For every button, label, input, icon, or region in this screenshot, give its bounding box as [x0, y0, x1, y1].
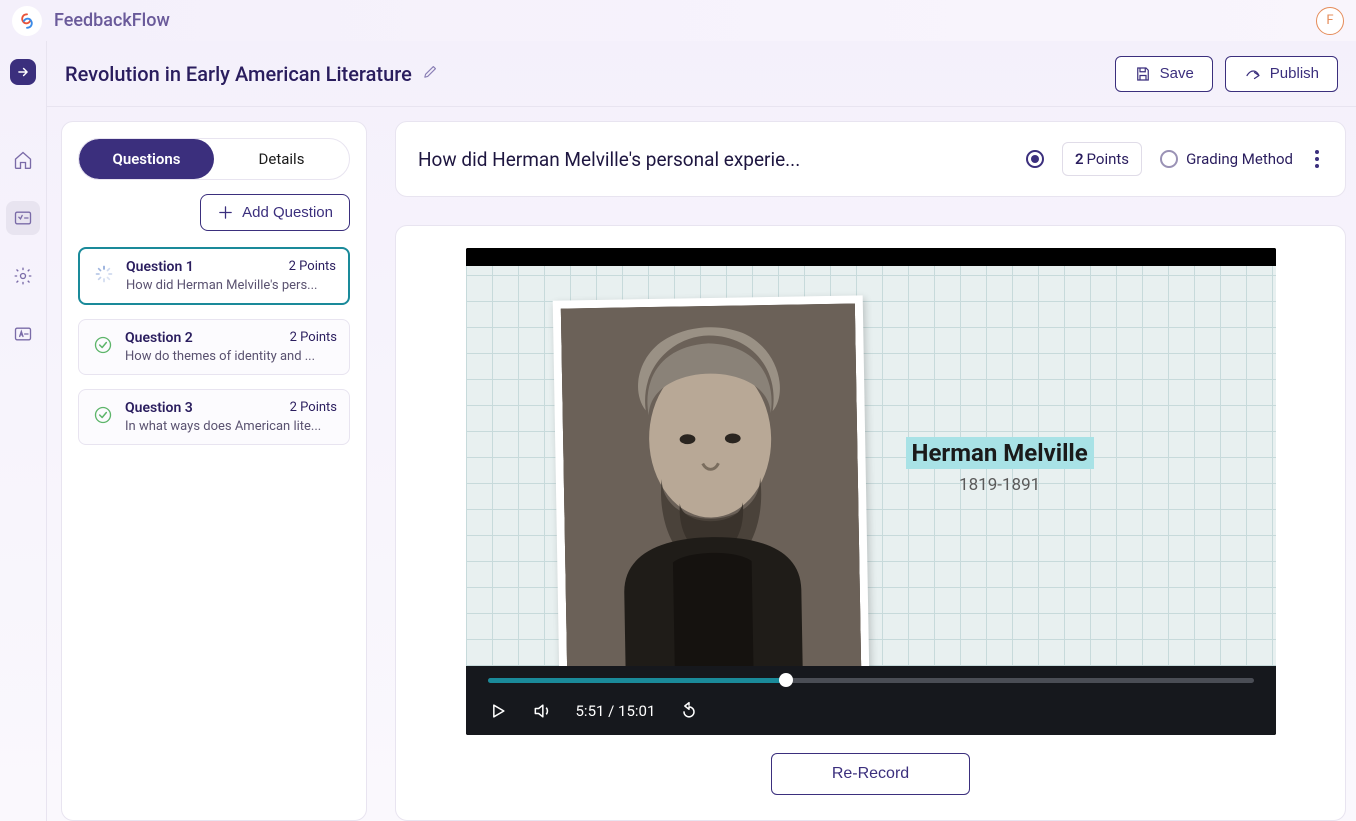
nav-grades[interactable]: [6, 317, 40, 351]
save-icon: [1134, 65, 1152, 83]
video-player: Herman Melville 1819-1891: [466, 248, 1276, 735]
question-points: 2 Points: [290, 330, 337, 346]
video-subject-name: Herman Melville: [906, 437, 1094, 469]
video-caption: Herman Melville 1819-1891: [906, 437, 1094, 495]
question-card[interactable]: Question 2 2 Points How do themes of ide…: [78, 319, 350, 375]
grade-icon: [13, 324, 33, 344]
video-stage: Herman Melville 1819-1891: [466, 266, 1276, 666]
question-header-card: How did Herman Melville's personal exper…: [395, 121, 1346, 197]
add-question-button[interactable]: Add Question: [200, 194, 350, 231]
re-record-button[interactable]: Re-Record: [771, 753, 970, 795]
portrait-image: [552, 295, 869, 680]
collapse-rail-button[interactable]: [10, 59, 36, 85]
top-header: FeedbackFlow F: [0, 0, 1356, 41]
tab-questions[interactable]: Questions: [79, 139, 214, 179]
pencil-icon: [422, 63, 439, 80]
question-title: Question 3: [125, 400, 193, 416]
current-question-text: How did Herman Melville's personal exper…: [418, 148, 1008, 171]
question-title: Question 1: [126, 259, 194, 275]
title-bar: Revolution in Early American Literature …: [47, 41, 1356, 107]
gear-icon: [13, 266, 33, 286]
publish-button-label: Publish: [1270, 65, 1319, 82]
app-logo[interactable]: [12, 6, 42, 36]
plus-icon: [217, 204, 234, 221]
question-preview: How do themes of identity and ...: [125, 349, 337, 364]
main-column: How did Herman Melville's personal exper…: [395, 121, 1346, 821]
volume-icon: [532, 701, 552, 721]
question-menu-button[interactable]: [1311, 146, 1323, 172]
video-card: Herman Melville 1819-1891: [395, 225, 1346, 821]
question-card[interactable]: Question 3 2 Points In what ways does Am…: [78, 389, 350, 445]
arrow-right-icon: [16, 65, 30, 79]
logo-swirl-icon: [18, 12, 36, 30]
assignment-icon: [13, 208, 33, 228]
video-controls: 5:51 / 15:01: [466, 666, 1276, 735]
add-question-label: Add Question: [242, 204, 333, 221]
check-icon: [91, 333, 115, 357]
save-button-label: Save: [1160, 65, 1194, 82]
play-button[interactable]: [488, 701, 508, 721]
question-preview: In what ways does American lite...: [125, 419, 337, 434]
video-progress-track[interactable]: [488, 678, 1254, 683]
panel-tabs: Questions Details: [78, 138, 350, 180]
question-title: Question 2: [125, 330, 193, 346]
question-preview: How did Herman Melville's pers...: [126, 278, 336, 293]
content-area: Questions Details Add Question: [47, 107, 1356, 821]
nav-assignments[interactable]: [6, 201, 40, 235]
points-value: 2: [1075, 150, 1084, 168]
save-button[interactable]: Save: [1115, 56, 1213, 92]
video-progress-thumb[interactable]: [779, 673, 793, 687]
edit-title-button[interactable]: [422, 63, 439, 84]
video-subject-years: 1819-1891: [906, 475, 1094, 495]
replay-icon: [679, 701, 699, 721]
app-name: FeedbackFlow: [54, 10, 170, 31]
loading-icon: [92, 262, 116, 286]
grading-method-option[interactable]: Grading Method: [1160, 150, 1293, 168]
page-title: Revolution in Early American Literature: [65, 62, 412, 86]
points-badge[interactable]: 2Points: [1062, 142, 1142, 176]
volume-button[interactable]: [532, 701, 552, 721]
question-points: 2 Points: [290, 400, 337, 416]
check-icon: [91, 403, 115, 427]
user-avatar[interactable]: F: [1316, 7, 1344, 35]
publish-icon: [1244, 65, 1262, 83]
left-nav-rail: [0, 41, 47, 821]
points-radio[interactable]: [1026, 150, 1044, 168]
points-unit: Points: [1087, 150, 1130, 168]
video-time: 5:51 / 15:01: [576, 702, 656, 720]
nav-settings[interactable]: [6, 259, 40, 293]
replay-button[interactable]: [679, 701, 699, 721]
questions-panel: Questions Details Add Question: [61, 121, 367, 821]
tab-details[interactable]: Details: [214, 139, 349, 179]
publish-button[interactable]: Publish: [1225, 56, 1338, 92]
question-points: 2 Points: [289, 259, 336, 275]
play-icon: [488, 701, 508, 721]
nav-home[interactable]: [6, 143, 40, 177]
grading-method-label: Grading Method: [1186, 150, 1293, 168]
home-icon: [13, 150, 33, 170]
question-card[interactable]: Question 1 2 Points How did Herman Melvi…: [78, 247, 350, 305]
grading-method-radio[interactable]: [1160, 150, 1178, 168]
